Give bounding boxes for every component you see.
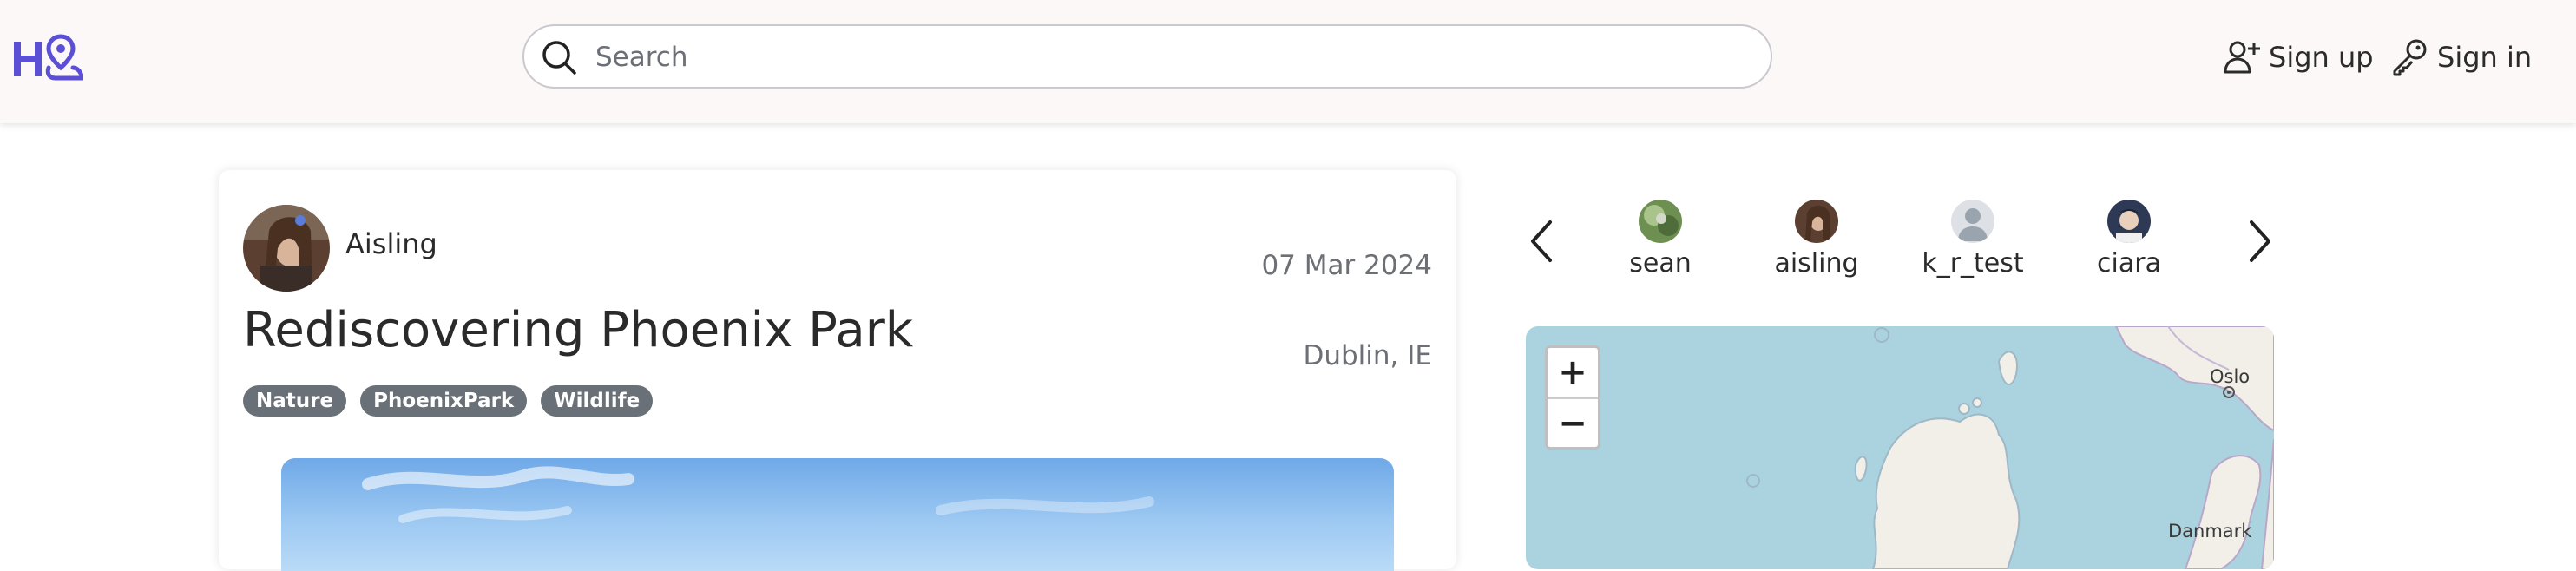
top-navbar: Sign up Sign in xyxy=(0,0,2576,123)
signin-label: Sign in xyxy=(2437,41,2533,74)
user-name: aisling xyxy=(1774,248,1859,279)
post-date: 07 Mar 2024 xyxy=(1261,250,1432,281)
user-item[interactable]: aisling xyxy=(1760,200,1873,279)
user-name: k_r_test xyxy=(1922,248,2024,279)
chevron-left-icon[interactable] xyxy=(1524,215,1559,267)
tag-badge[interactable]: Wildlife xyxy=(541,385,654,417)
author-name[interactable]: Aisling xyxy=(345,227,437,260)
user-name: sean xyxy=(1629,248,1692,279)
signup-label: Sign up xyxy=(2269,41,2374,74)
chevron-right-icon[interactable] xyxy=(2243,215,2277,267)
signin-button[interactable]: Sign in xyxy=(2390,33,2532,82)
user-item[interactable]: sean xyxy=(1604,200,1717,279)
map-tiles xyxy=(1746,326,2274,569)
zoom-out-button[interactable]: − xyxy=(1548,397,1598,449)
post-location: Dublin, IE xyxy=(1303,340,1432,371)
zoom-control: + − xyxy=(1545,345,1600,450)
search-icon xyxy=(542,41,576,75)
zoom-in-button[interactable]: + xyxy=(1548,348,1598,397)
user-item[interactable]: k_r_test xyxy=(1916,200,2029,279)
user-plus-icon xyxy=(2224,41,2260,74)
map-view[interactable]: Oslo Danmark + − xyxy=(1526,326,2274,569)
map-label-danmark: Danmark xyxy=(2168,521,2252,541)
tag-list: Nature PhoenixPark Wildlife xyxy=(243,385,654,417)
post-image xyxy=(281,458,1394,571)
search-input[interactable] xyxy=(594,35,1743,80)
avatar xyxy=(1795,200,1838,243)
avatar xyxy=(2107,200,2151,243)
avatar xyxy=(1951,200,1994,243)
user-item[interactable]: ciara xyxy=(2073,200,2185,279)
logo-icon[interactable] xyxy=(12,33,83,85)
author-avatar[interactable] xyxy=(243,205,330,292)
tag-badge[interactable]: Nature xyxy=(243,385,347,417)
search-bar[interactable] xyxy=(522,24,1772,89)
map-label-oslo: Oslo xyxy=(2210,366,2251,387)
post-title: Rediscovering Phoenix Park xyxy=(243,302,914,358)
avatar xyxy=(1639,200,1682,243)
signup-button[interactable]: Sign up xyxy=(2222,33,2374,82)
user-name: ciara xyxy=(2097,248,2161,279)
key-icon xyxy=(2393,39,2427,76)
tag-badge[interactable]: PhoenixPark xyxy=(360,385,528,417)
